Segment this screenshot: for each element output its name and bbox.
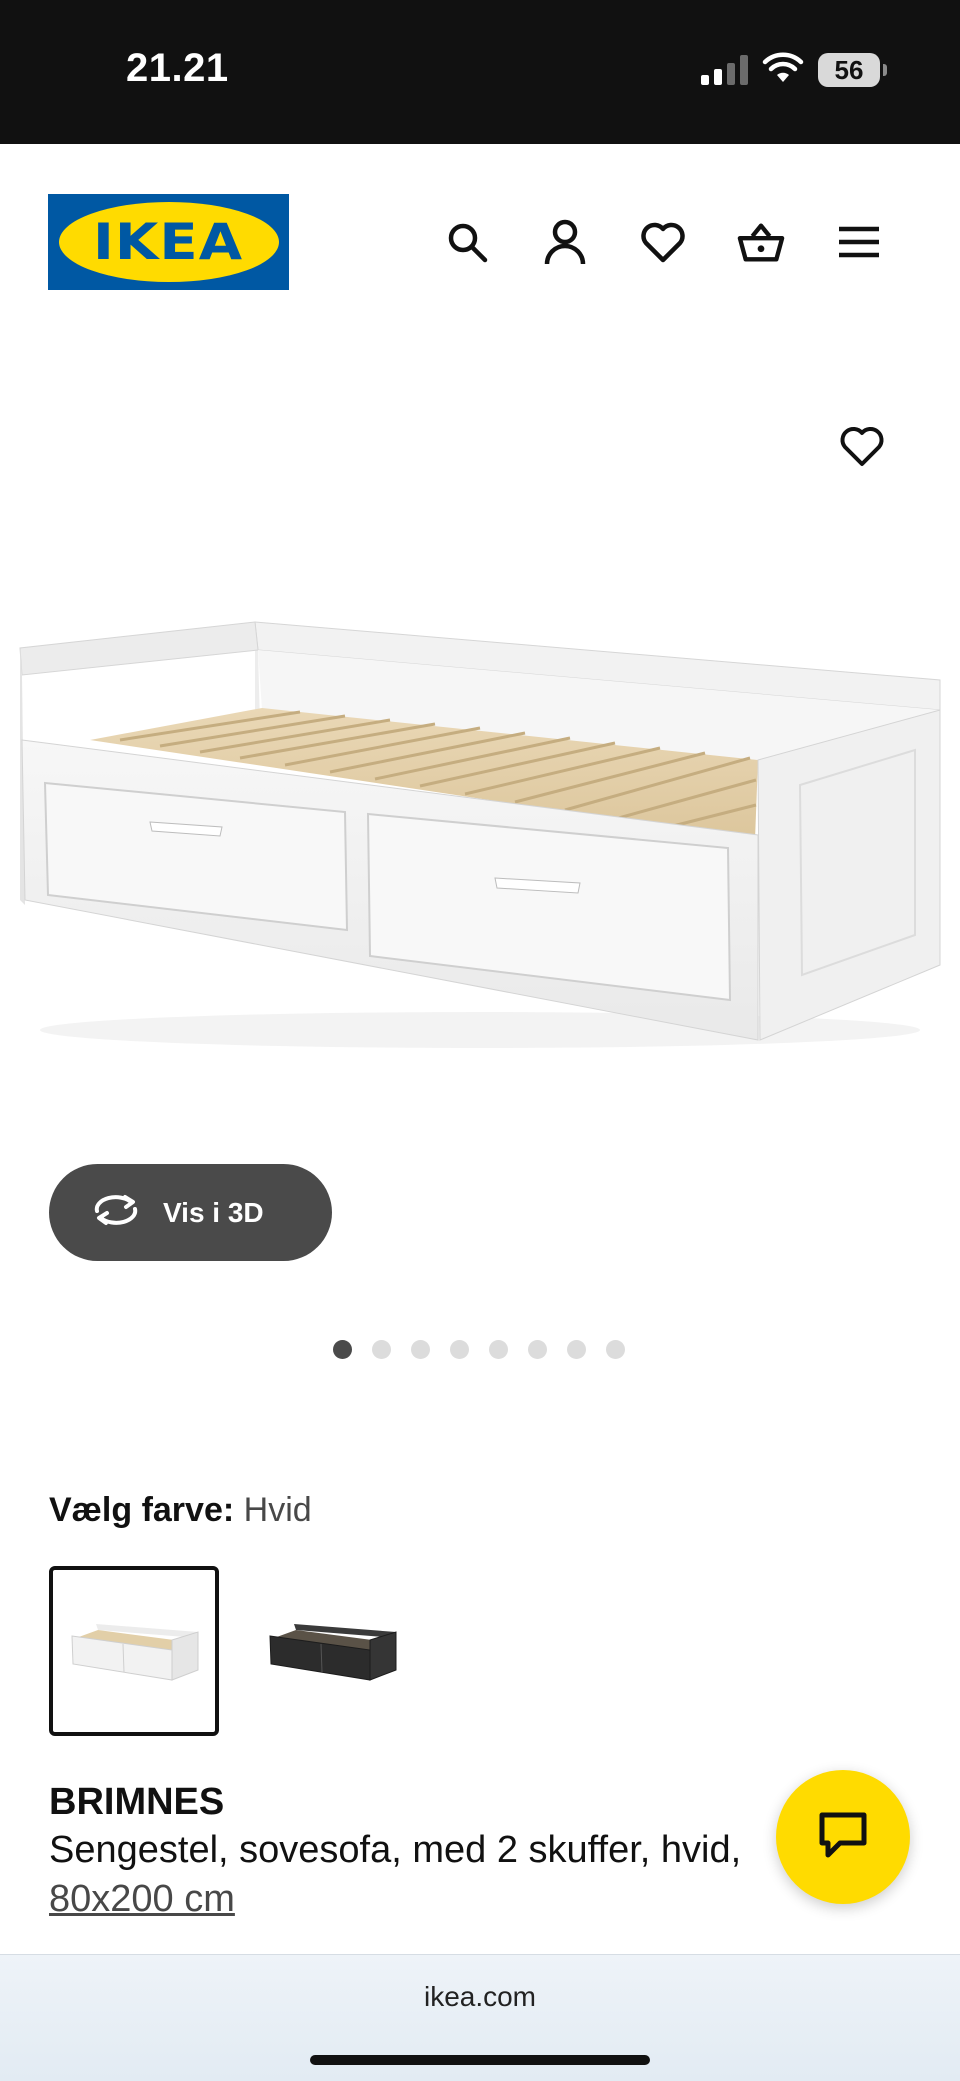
carousel-dot[interactable] — [333, 1340, 352, 1359]
carousel-dot[interactable] — [528, 1340, 547, 1359]
status-time: 21.21 — [126, 46, 229, 90]
product-image[interactable] — [0, 600, 960, 1060]
carousel-pagination — [333, 1340, 625, 1359]
search-icon[interactable] — [443, 216, 491, 268]
color-heading: Vælg farve: Hvid — [49, 1488, 312, 1532]
heart-outline-icon[interactable] — [836, 420, 888, 472]
signal-icon — [701, 55, 748, 85]
account-icon[interactable] — [541, 216, 589, 268]
logo-oval: IKEA — [58, 202, 279, 282]
menu-icon[interactable] — [835, 216, 883, 268]
browser-address-bar[interactable]: ikea.com — [0, 1954, 960, 2081]
wishlist-heart-icon[interactable] — [639, 216, 687, 268]
chat-bubble-icon — [818, 1811, 868, 1864]
view-3d-label: Vis i 3D — [163, 1196, 264, 1228]
product-description: Sengestel, sovesofa, med 2 skuffer, hvid… — [49, 1829, 742, 1871]
carousel-dot[interactable] — [489, 1340, 508, 1359]
chat-button[interactable] — [776, 1770, 910, 1904]
ikea-logo[interactable]: IKEA — [48, 194, 289, 290]
url-text[interactable]: ikea.com — [0, 1981, 960, 2013]
rotate-3d-icon — [91, 1193, 141, 1232]
swatch-black[interactable] — [247, 1566, 417, 1736]
product-size-link[interactable]: 80x200 cm — [49, 1874, 809, 1924]
header-actions — [443, 216, 883, 268]
wifi-icon — [762, 52, 804, 89]
color-swatches — [49, 1566, 417, 1736]
product-name: BRIMNES — [49, 1781, 225, 1823]
product-title: BRIMNES Sengestel, sovesofa, med 2 skuff… — [49, 1778, 809, 1924]
selected-color: Hvid — [243, 1491, 312, 1529]
carousel-dot[interactable] — [411, 1340, 430, 1359]
carousel-dot[interactable] — [606, 1340, 625, 1359]
view-3d-button[interactable]: Vis i 3D — [49, 1164, 332, 1261]
status-bar: 21.21 56 — [0, 0, 960, 144]
carousel-dot[interactable] — [567, 1340, 586, 1359]
status-icons: 56 — [701, 50, 887, 90]
site-header: IKEA — [0, 144, 960, 340]
product-gallery[interactable]: Vis i 3D — [0, 340, 960, 1390]
carousel-dot[interactable] — [372, 1340, 391, 1359]
logo-text: IKEA — [93, 213, 244, 271]
color-label: Vælg farve: — [49, 1491, 235, 1529]
carousel-dot[interactable] — [450, 1340, 469, 1359]
swatch-white[interactable] — [49, 1566, 219, 1736]
color-picker: Vælg farve: Hvid — [49, 1488, 417, 1736]
battery-icon: 56 — [818, 53, 887, 87]
cart-basket-icon[interactable] — [737, 216, 785, 268]
home-indicator — [310, 2055, 650, 2065]
